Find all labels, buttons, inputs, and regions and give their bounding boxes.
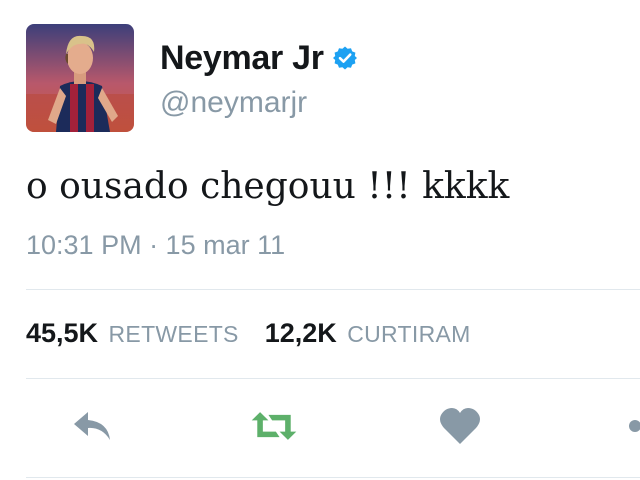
- avatar-photo: [26, 24, 134, 132]
- reply-button[interactable]: [66, 400, 118, 452]
- display-name[interactable]: Neymar Jr: [160, 39, 324, 78]
- retweets-stat[interactable]: 45,5K RETWEETS: [26, 318, 239, 349]
- tweet-header: Neymar Jr @neymarjr: [26, 24, 358, 134]
- like-heart-icon: [440, 408, 480, 444]
- author-identity: Neymar Jr @neymarjr: [160, 38, 358, 120]
- likes-stat[interactable]: 12,2K CURTIRAM: [265, 318, 471, 349]
- tweet-timestamp[interactable]: 10:31 PM · 15 mar 11: [26, 230, 285, 261]
- divider: [26, 378, 640, 379]
- avatar[interactable]: [26, 24, 134, 132]
- tweet-stats: 45,5K RETWEETS 12,2K CURTIRAM: [26, 318, 471, 349]
- like-count: 12,2K: [264, 318, 337, 348]
- reply-icon: [74, 412, 110, 440]
- verified-badge-icon: [332, 45, 358, 71]
- author-handle[interactable]: @neymarjr: [160, 86, 358, 120]
- name-row: Neymar Jr: [160, 38, 358, 78]
- tweet-actions: [0, 400, 640, 460]
- tweet-detail: Neymar Jr @neymarjr o ousado chegouu !!!…: [0, 0, 640, 480]
- like-button[interactable]: [434, 400, 486, 452]
- share-button[interactable]: [614, 400, 640, 452]
- retweet-icon: [251, 412, 297, 440]
- retweet-label: RETWEETS: [108, 321, 239, 347]
- like-label: CURTIRAM: [347, 321, 471, 347]
- retweet-count: 45,5K: [26, 318, 99, 348]
- divider: [26, 477, 640, 478]
- share-icon: [629, 420, 640, 432]
- retweet-button[interactable]: [248, 400, 300, 452]
- divider: [26, 289, 640, 290]
- tweet-text: o ousado chegouu !!! kkkk: [26, 166, 510, 207]
